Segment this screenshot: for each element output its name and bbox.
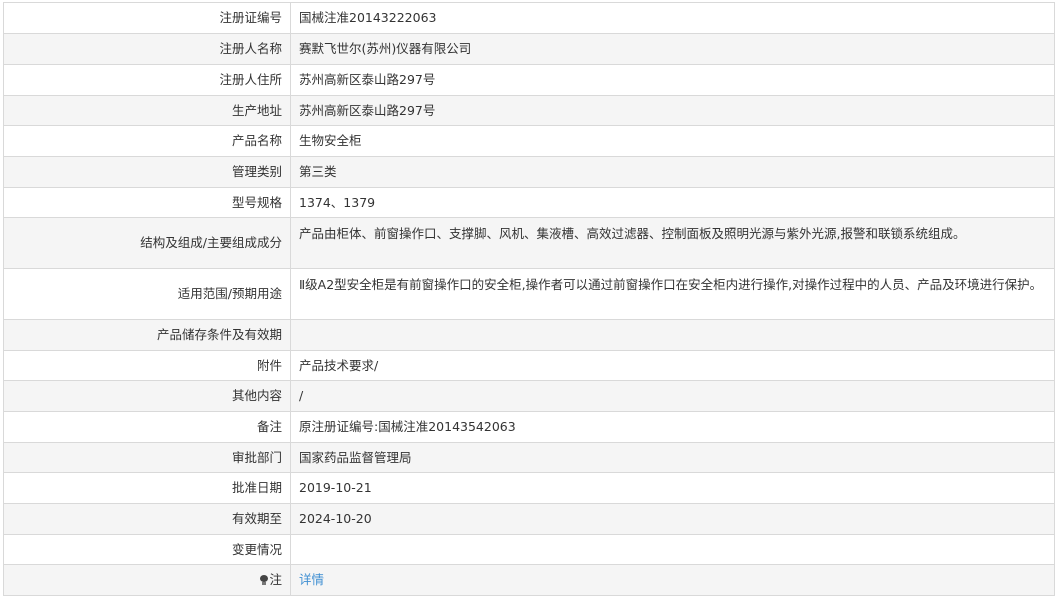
- row-label: 产品名称: [3, 125, 291, 157]
- row-value: [290, 534, 1055, 565]
- row-label: 变更情况: [3, 534, 291, 565]
- row-label: 备注: [3, 411, 291, 443]
- row-value: 国械注准20143222063: [290, 2, 1055, 34]
- row-label: 有效期至: [3, 503, 291, 535]
- table-row: 生产地址 苏州高新区泰山路297号: [3, 95, 1055, 126]
- row-value: 生物安全柜: [290, 125, 1055, 157]
- row-label: 适用范围/预期用途: [3, 268, 291, 320]
- table-row: 型号规格 1374、1379: [3, 187, 1055, 218]
- row-value: 产品由柜体、前窗操作口、支撑脚、风机、集液槽、高效过滤器、控制面板及照明光源与紫…: [290, 217, 1055, 269]
- table-row: 适用范围/预期用途 Ⅱ级A2型安全柜是有前窗操作口的安全柜,操作者可以通过前窗操…: [3, 268, 1055, 320]
- row-value: 2019-10-21: [290, 472, 1055, 504]
- row-label: 注册人住所: [3, 64, 291, 96]
- table-row: 变更情况: [3, 534, 1055, 565]
- row-label: 附件: [3, 350, 291, 381]
- registration-detail-table: 注册证编号 国械注准20143222063 注册人名称 赛默飞世尔(苏州)仪器有…: [3, 2, 1055, 596]
- row-value: /: [290, 380, 1055, 412]
- row-value: 1374、1379: [290, 187, 1055, 218]
- table-row: 产品名称 生物安全柜: [3, 125, 1055, 157]
- table-row: 备注 原注册证编号:国械注准20143542063: [3, 411, 1055, 443]
- row-value: 原注册证编号:国械注准20143542063: [290, 411, 1055, 443]
- row-label: 注册证编号: [3, 2, 291, 34]
- table-row: 审批部门 国家药品监督管理局: [3, 442, 1055, 473]
- table-row: 注册证编号 国械注准20143222063: [3, 2, 1055, 34]
- row-value: 产品技术要求/: [290, 350, 1055, 381]
- table-row: 批准日期 2019-10-21: [3, 472, 1055, 504]
- table-row: 注册人名称 赛默飞世尔(苏州)仪器有限公司: [3, 33, 1055, 65]
- details-link[interactable]: 详情: [299, 572, 324, 587]
- table-row: 有效期至 2024-10-20: [3, 503, 1055, 535]
- row-label: 生产地址: [3, 95, 291, 126]
- row-value: Ⅱ级A2型安全柜是有前窗操作口的安全柜,操作者可以通过前窗操作口在安全柜内进行操…: [290, 268, 1055, 320]
- row-value: [290, 319, 1055, 351]
- table-row: 结构及组成/主要组成成分 产品由柜体、前窗操作口、支撑脚、风机、集液槽、高效过滤…: [3, 217, 1055, 269]
- row-value: 2024-10-20: [290, 503, 1055, 535]
- table-row: 附件 产品技术要求/: [3, 350, 1055, 381]
- row-value: 赛默飞世尔(苏州)仪器有限公司: [290, 33, 1055, 65]
- row-value: 苏州高新区泰山路297号: [290, 64, 1055, 96]
- table-row: 注 详情: [3, 564, 1055, 596]
- row-label: 注: [3, 564, 291, 596]
- row-value: 详情: [290, 564, 1055, 596]
- table-row: 产品储存条件及有效期: [3, 319, 1055, 351]
- row-label: 注册人名称: [3, 33, 291, 65]
- note-label: 注: [269, 572, 282, 587]
- row-label: 其他内容: [3, 380, 291, 412]
- row-value: 第三类: [290, 156, 1055, 188]
- row-label: 结构及组成/主要组成成分: [3, 217, 291, 269]
- row-value: 苏州高新区泰山路297号: [290, 95, 1055, 126]
- row-label: 审批部门: [3, 442, 291, 473]
- row-value: 国家药品监督管理局: [290, 442, 1055, 473]
- bulb-icon: [260, 575, 269, 585]
- row-label: 管理类别: [3, 156, 291, 188]
- table-row: 管理类别 第三类: [3, 156, 1055, 188]
- table-row: 其他内容 /: [3, 380, 1055, 412]
- row-label: 产品储存条件及有效期: [3, 319, 291, 351]
- row-label: 批准日期: [3, 472, 291, 504]
- table-row: 注册人住所 苏州高新区泰山路297号: [3, 64, 1055, 96]
- row-label: 型号规格: [3, 187, 291, 218]
